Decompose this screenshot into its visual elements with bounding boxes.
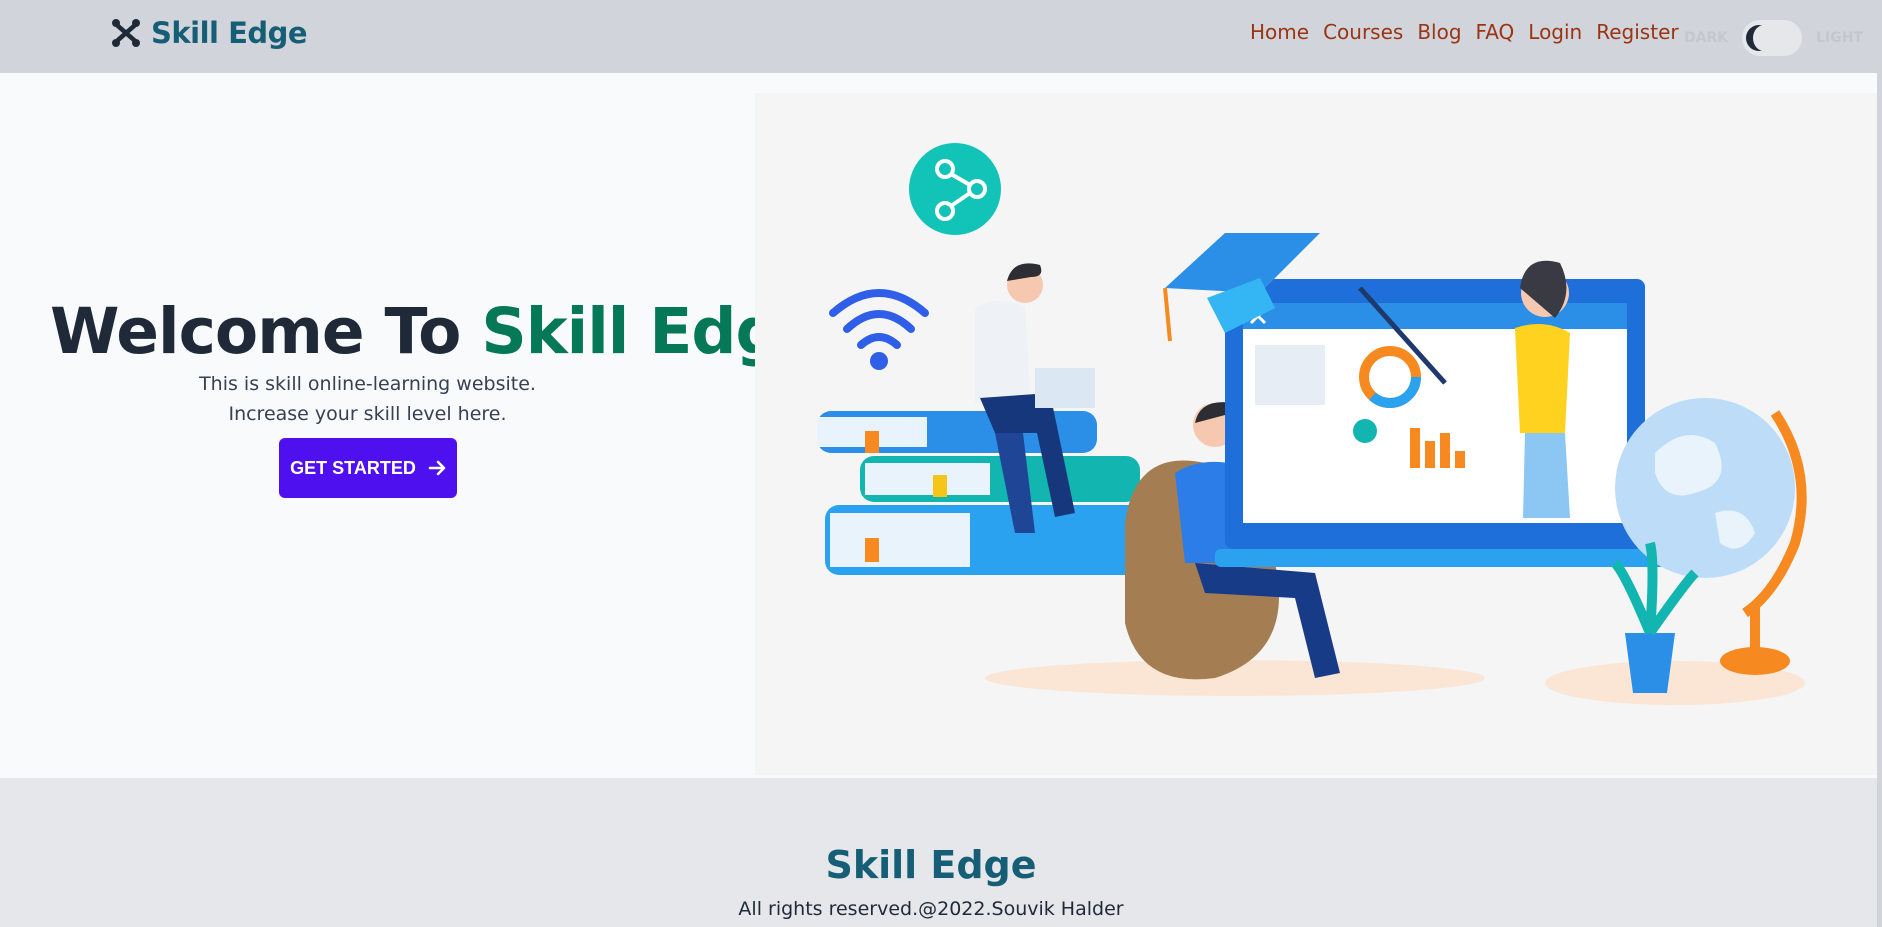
nav-home[interactable]: Home [1250,20,1309,44]
arrow-right-icon [428,459,446,477]
get-started-label: GET STARTED [290,457,416,478]
nav-courses[interactable]: Courses [1323,20,1403,44]
nav-blog[interactable]: Blog [1417,20,1461,44]
hero-title: Welcome To Skill Edge [50,295,822,368]
nav-faq[interactable]: FAQ [1476,20,1515,44]
nav-login[interactable]: Login [1528,20,1582,44]
theme-switch[interactable] [1742,20,1803,56]
hero-title-prefix: Welcome To [50,295,482,368]
joomla-logo-icon [111,18,141,48]
hero-tagline-2: Increase your skill level here. [228,403,507,425]
hero-illustration [755,93,1882,775]
footer-brand: Skill Edge [825,843,1037,887]
footer-copyright: All rights reserved.@2022.Souvik Halder [738,898,1124,920]
navbar: Skill Edge Home Courses Blog FAQ Login R… [0,0,1882,73]
hero-section: Welcome To Skill Edge This is skill onli… [0,73,1882,778]
wifi-icon [829,289,929,349]
nav-register[interactable]: Register [1596,20,1678,44]
main-nav: Home Courses Blog FAQ Login Register [1250,20,1679,44]
brand-name: Skill Edge [151,16,308,50]
theme-light-label: LIGHT [1816,30,1863,46]
share-icon [909,143,1001,235]
footer: Skill Edge All rights reserved.@2022.Sou… [0,783,1882,927]
brand-link[interactable]: Skill Edge [111,16,308,50]
theme-dark-label: DARK [1684,30,1729,46]
hero-tagline-1: This is skill online-learning website. [199,373,536,395]
page-scrollbar[interactable] [1877,73,1882,927]
hero-content: Welcome To Skill Edge This is skill onli… [0,73,822,778]
theme-toggle: DARK LIGHT [1684,20,1863,56]
theme-switch-knob [1746,25,1776,51]
get-started-button[interactable]: GET STARTED [279,438,457,498]
